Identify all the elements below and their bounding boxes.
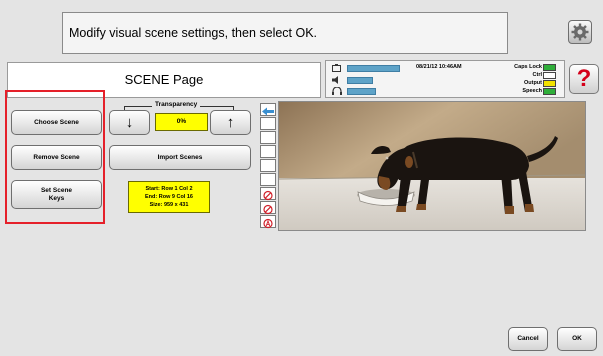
- transparency-label: Transparency: [152, 101, 201, 108]
- choose-scene-label: Choose Scene: [34, 118, 79, 126]
- indicator-label: Speech: [522, 88, 542, 94]
- set-scene-keys-label-line1: Set Scene: [40, 186, 73, 194]
- indicator-light: [543, 64, 556, 71]
- datetime-display: 08/21/12 10:46AM: [416, 64, 462, 70]
- instruction-prompt: Modify visual scene settings, then selec…: [62, 12, 508, 54]
- arrow-up-icon: ↑: [226, 113, 235, 131]
- scene-info-box: Start: Row 1 Col 2 End: Row 9 Col 16 Siz…: [128, 181, 210, 213]
- clear-tool[interactable]: [260, 187, 276, 201]
- tool-slot[interactable]: [260, 117, 276, 130]
- help-button[interactable]: ?: [569, 64, 599, 94]
- no-symbol-icon: [263, 190, 273, 201]
- choose-scene-button[interactable]: Choose Scene: [11, 110, 102, 135]
- indicator-caps-lock: Caps Lock: [496, 63, 556, 71]
- headphone-level-bar: [347, 88, 376, 95]
- settings-button[interactable]: [568, 20, 592, 44]
- tool-slot[interactable]: [260, 159, 276, 172]
- indicator-label: Ctrl: [532, 72, 542, 78]
- remove-scene-label: Remove Scene: [33, 153, 80, 161]
- cancel-button[interactable]: Cancel: [508, 327, 548, 351]
- clear-tool[interactable]: [260, 201, 276, 215]
- tool-slot[interactable]: [260, 131, 276, 144]
- arrow-left-icon: [262, 107, 274, 116]
- ok-button[interactable]: OK: [557, 327, 597, 351]
- scene-end: End: Row 9 Col 16: [145, 194, 193, 200]
- instruction-text: Modify visual scene settings, then selec…: [69, 26, 318, 40]
- cancel-label: Cancel: [517, 335, 539, 342]
- help-icon: ?: [576, 65, 592, 92]
- ok-label: OK: [572, 335, 582, 342]
- scene-tool-strip: [258, 101, 278, 231]
- tool-slot[interactable]: [260, 145, 276, 158]
- scene-photo: [279, 102, 585, 230]
- page-title-text: SCENE Page: [124, 72, 204, 87]
- volume-level-bar: [347, 77, 373, 84]
- indicator-light: [543, 88, 556, 95]
- battery-level-bar: [347, 65, 400, 72]
- no-symbol-icon: [263, 204, 273, 215]
- remove-scene-button[interactable]: Remove Scene: [11, 145, 102, 170]
- scene-preview[interactable]: [278, 101, 586, 231]
- status-indicators: Caps Lock Ctrl Output Speech: [496, 63, 556, 95]
- speaker-icon: [332, 76, 338, 84]
- gear-icon: [571, 23, 589, 41]
- status-panel: 08/21/12 10:46AM Caps Lock Ctrl Output S…: [325, 60, 565, 98]
- a-circle-icon: [263, 218, 273, 229]
- tool-slot[interactable]: [260, 173, 276, 186]
- record-tool[interactable]: [260, 215, 276, 229]
- scene-start: Start: Row 1 Col 2: [145, 186, 193, 192]
- indicator-label: Caps Lock: [514, 64, 542, 70]
- transparency-decrease-button[interactable]: ↓: [109, 110, 150, 135]
- indicator-output: Output: [496, 79, 556, 87]
- transparency-increase-button[interactable]: ↑: [210, 110, 251, 135]
- import-scenes-button[interactable]: Import Scenes: [109, 145, 251, 170]
- transparency-value: 0%: [155, 113, 208, 131]
- indicator-label: Output: [523, 80, 542, 86]
- set-scene-keys-label-line2: Keys: [48, 194, 65, 202]
- scene-size: Size: 959 x 431: [149, 202, 189, 208]
- indicator-light: [543, 80, 556, 87]
- headphones-icon: [332, 87, 342, 95]
- transparency-value-text: 0%: [176, 118, 187, 125]
- arrow-down-icon: ↓: [125, 113, 134, 131]
- set-scene-keys-button[interactable]: Set Scene Keys: [11, 180, 102, 209]
- import-scenes-label: Import Scenes: [157, 153, 203, 161]
- indicator-ctrl: Ctrl: [496, 71, 556, 79]
- indicator-speech: Speech: [496, 87, 556, 95]
- indicator-light: [543, 72, 556, 79]
- back-arrow-tool[interactable]: [260, 103, 276, 116]
- battery-icon: [332, 64, 341, 72]
